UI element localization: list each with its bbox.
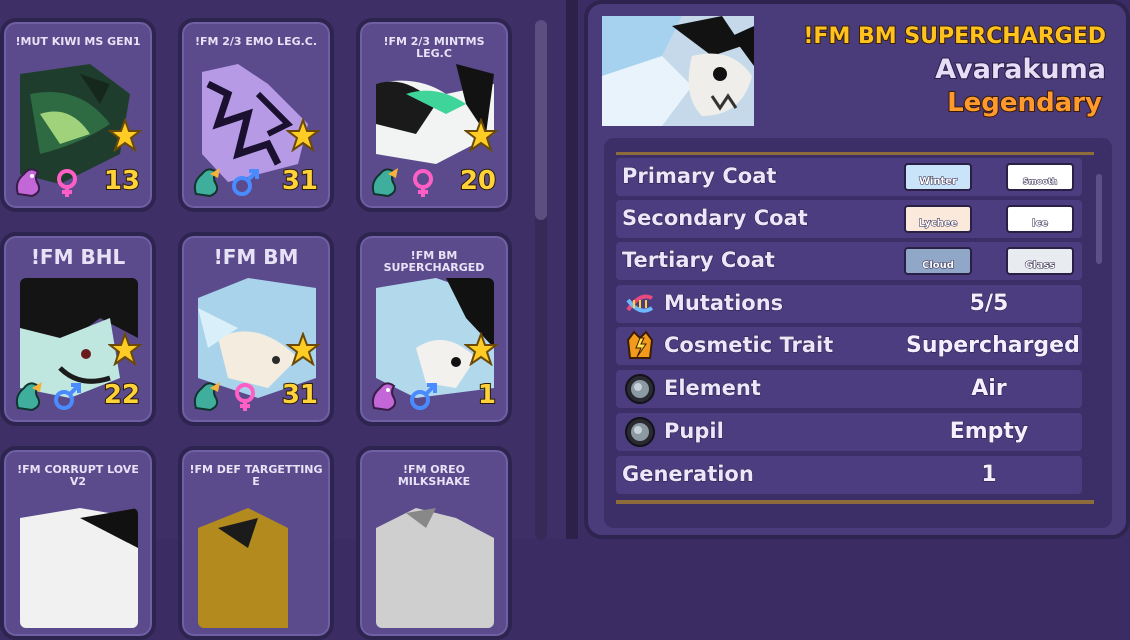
male-icon xyxy=(410,383,437,410)
swatch-label: Glass xyxy=(1024,260,1056,272)
stats-scrollbar[interactable] xyxy=(1096,174,1102,264)
pet-age: 1 xyxy=(477,379,497,411)
pet-card-image xyxy=(198,508,316,628)
tertiary-coat-row: Tertiary Coat Cloud Glass xyxy=(616,242,1082,280)
pet-grid-panel: !MUT KIWI MS GEN1 13 !FM 2/3 EMO LEG.C. xyxy=(0,0,566,640)
pet-species: Avarakuma xyxy=(934,53,1107,86)
pet-age: 31 xyxy=(281,165,319,197)
secondary-coat-material-swatch[interactable]: Ice xyxy=(1006,205,1074,233)
row-value: Air xyxy=(971,376,1007,402)
row-value: Empty xyxy=(949,419,1029,445)
pet-card[interactable]: !FM 2/3 EMO LEG.C. 31 xyxy=(178,18,334,212)
star-icon xyxy=(464,118,498,152)
primary-coat-color-swatch[interactable]: Winter xyxy=(904,163,972,191)
pet-age: 31 xyxy=(281,379,319,411)
pet-card-title: !MUT KIWI MS GEN1 xyxy=(15,35,141,48)
lightning-mask-icon xyxy=(626,330,654,359)
row-label: Mutations xyxy=(663,291,784,316)
row-value: 5/5 xyxy=(969,291,1009,317)
mutations-row: Mutations 5/5 xyxy=(616,285,1082,323)
primary-coat-row: Primary Coat Winter Smooth Plastic xyxy=(616,158,1082,213)
row-label: Pupil xyxy=(664,419,725,444)
star-icon xyxy=(286,118,320,152)
row-label: Secondary Coat xyxy=(622,206,809,231)
swatch-label: Cloud xyxy=(922,260,955,272)
swatch-label: Winter xyxy=(918,176,958,188)
pet-card-title: !FM DEF TARGETTING E xyxy=(189,463,323,488)
pet-card[interactable]: !FM BM 31 xyxy=(178,232,334,426)
pet-card[interactable]: !FM BHL 22 xyxy=(0,232,156,426)
row-value: 1 xyxy=(981,462,997,488)
tertiary-coat-material-swatch[interactable]: Glass xyxy=(1006,247,1074,275)
row-label: Cosmetic Trait xyxy=(663,333,834,358)
pet-card[interactable]: !FM BM SUPERCHARGED 1 xyxy=(356,232,512,426)
female-icon xyxy=(413,169,433,197)
pet-card-title: !FM 2/3 EMO LEG.C. xyxy=(194,35,318,48)
row-label: Tertiary Coat xyxy=(622,248,776,273)
row-label: Generation xyxy=(622,462,755,487)
dragon-icon xyxy=(371,168,398,198)
pet-card[interactable]: !MUT KIWI MS GEN1 13 xyxy=(0,18,156,212)
stats-bottom-divider xyxy=(616,500,1094,504)
panel-divider xyxy=(566,0,578,539)
pet-card-image xyxy=(376,508,494,628)
grid-scrollbar-thumb[interactable] xyxy=(535,20,547,220)
swatch-label: Lychee xyxy=(918,218,958,230)
secondary-coat-row: Secondary Coat Lychee Ice xyxy=(616,200,1082,238)
female-icon xyxy=(235,383,255,411)
star-icon xyxy=(108,332,142,366)
pet-card-title: !FM BM SUPERCHARGED xyxy=(383,249,485,274)
pet-card[interactable]: !FM DEF TARGETTING E xyxy=(178,446,334,640)
star-icon xyxy=(464,332,498,366)
tertiary-coat-color-swatch[interactable]: Cloud xyxy=(904,247,972,275)
primary-coat-material-swatch[interactable]: Smooth Plastic xyxy=(1006,163,1074,213)
pet-card[interactable]: !FM OREO MILKSHAKE xyxy=(356,446,512,640)
pet-card-title: !FM CORRUPT LOVE V2 xyxy=(17,463,139,488)
female-icon xyxy=(57,169,77,197)
dragon-icon xyxy=(15,168,41,198)
pet-card[interactable]: !FM 2/3 MINTMS LEG.C 20 xyxy=(356,18,512,212)
pet-card[interactable]: !FM CORRUPT LOVE V2 xyxy=(0,446,156,640)
pet-card-title: !FM OREO MILKSHAKE xyxy=(397,463,471,488)
pet-card-title: !FM BHL xyxy=(30,245,126,269)
orb-icon xyxy=(625,374,655,404)
pet-stats-list[interactable]: Primary Coat Winter Smooth Plastic Secon… xyxy=(604,138,1112,528)
dragon-icon xyxy=(371,382,397,412)
cosmetic-trait-row: Cosmetic Trait Supercharged xyxy=(616,327,1082,365)
star-icon xyxy=(286,332,320,366)
row-label: Primary Coat xyxy=(621,164,777,189)
row-label: Element xyxy=(664,376,762,401)
element-row: Element Air xyxy=(616,370,1082,408)
pet-card-image xyxy=(20,508,138,628)
male-icon xyxy=(232,169,259,196)
star-icon xyxy=(108,118,142,152)
pet-age: 13 xyxy=(103,165,141,197)
dragon-icon xyxy=(193,382,220,412)
pet-card-title: !FM BM xyxy=(213,245,299,269)
orb-icon xyxy=(625,417,655,447)
pet-age: 20 xyxy=(459,165,497,197)
dna-icon xyxy=(626,294,654,313)
swatch-label: Ice xyxy=(1031,218,1049,230)
pupil-row: Pupil Empty xyxy=(616,413,1082,451)
pet-rarity: Legendary xyxy=(946,87,1103,119)
pet-nickname: !FM BM SUPERCHARGED xyxy=(802,23,1107,50)
secondary-coat-color-swatch[interactable]: Lychee xyxy=(904,205,972,233)
male-icon xyxy=(54,383,81,410)
pet-age: 22 xyxy=(103,379,141,411)
dragon-icon xyxy=(15,382,42,412)
dragon-icon xyxy=(193,168,220,198)
row-value: Supercharged xyxy=(906,333,1081,359)
stats-top-divider xyxy=(616,152,1094,155)
selected-pet-image xyxy=(602,16,754,126)
generation-row: Generation 1 xyxy=(616,456,1082,494)
pet-card-title: !FM 2/3 MINTMS LEG.C xyxy=(383,35,485,60)
